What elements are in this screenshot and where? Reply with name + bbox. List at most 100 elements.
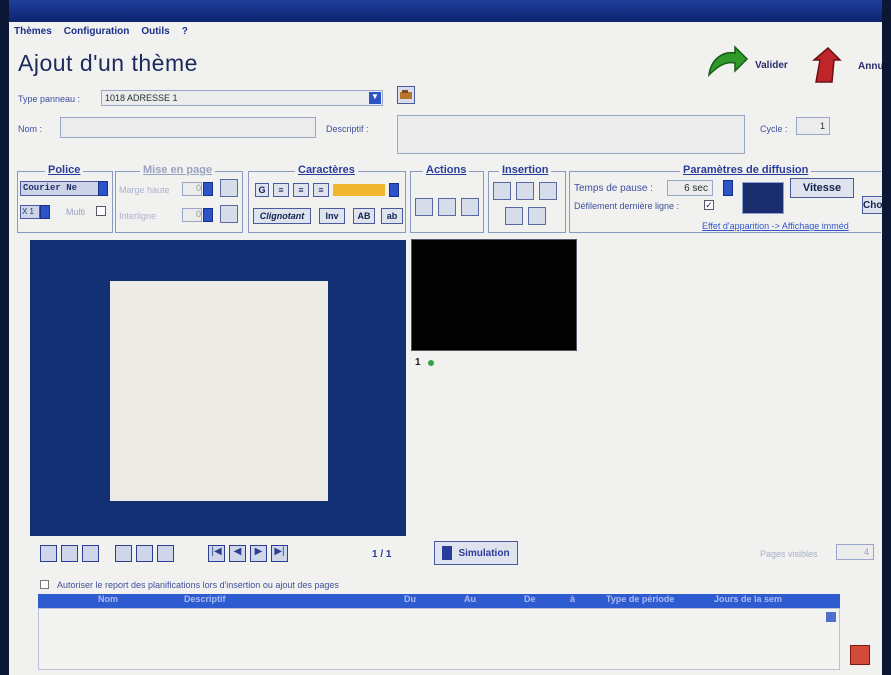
first-page-icon[interactable]: |◀ — [208, 545, 225, 562]
page-thumbnail[interactable] — [411, 239, 577, 351]
insert-image-icon[interactable] — [539, 182, 557, 200]
temps-pause-field[interactable]: 6 sec — [667, 180, 713, 196]
grid-col-jours[interactable]: Jours de la sem — [708, 594, 818, 608]
next-page-icon[interactable]: ▶ — [250, 545, 267, 562]
compass-icon[interactable] — [220, 179, 238, 197]
multi-checkbox[interactable] — [96, 206, 106, 216]
cycle-field[interactable]: 1 — [796, 117, 830, 135]
menu-help[interactable]: ? — [182, 26, 188, 42]
type-panneau-label: Type panneau : — [18, 94, 81, 104]
page-preview-canvas[interactable] — [110, 281, 328, 501]
temps-pause-spinner[interactable] — [723, 180, 733, 196]
move-page-icon[interactable] — [115, 545, 132, 562]
grid-col-nom[interactable]: Nom — [38, 594, 178, 608]
diffusion-preview-icon[interactable] — [742, 182, 784, 214]
scrollbar-up-icon[interactable] — [826, 612, 836, 622]
temps-pause-label: Temps de pause : — [574, 183, 653, 194]
insert-chart-icon[interactable] — [528, 207, 546, 225]
grid-col-de[interactable]: De — [518, 594, 564, 608]
menu-outils[interactable]: Outils — [141, 26, 169, 42]
status-dot-icon — [428, 360, 434, 366]
effet-apparition-link[interactable]: Effet d'apparition -> Affichage imméd — [702, 221, 849, 231]
pages-visibles-select[interactable]: 4 — [836, 544, 874, 560]
font-value: Courier Ne — [23, 183, 78, 193]
planning-grid-header: Nom Descriptif Du Au De à Type de périod… — [38, 594, 840, 608]
clignotant-button[interactable]: Clignotant — [253, 208, 311, 224]
grid-col-au[interactable]: Au — [458, 594, 518, 608]
grid-col-a[interactable]: à — [564, 594, 600, 608]
page-counter: 1 / 1 — [372, 549, 392, 560]
color-swatch[interactable] — [333, 184, 385, 196]
copy-page-icon[interactable] — [61, 545, 78, 562]
align-left-icon[interactable]: ≡ — [273, 183, 289, 197]
descriptif-field[interactable] — [397, 115, 745, 154]
marge-haute-field[interactable]: 0 — [182, 182, 202, 196]
insert-symbol-icon[interactable] — [493, 182, 511, 200]
insert-date-icon[interactable] — [516, 182, 534, 200]
grid-col-du[interactable]: Du — [398, 594, 458, 608]
chevron-down-icon: ▼ — [369, 92, 381, 104]
simulation-button[interactable]: Simulation — [434, 541, 518, 565]
monitor-bezel-right — [882, 0, 891, 675]
pages-visibles-label: Pages visibles — [760, 549, 818, 559]
application-window: Thèmes Configuration Outils ? Ajout d'un… — [0, 0, 891, 675]
page-title: Ajout d'un thème — [18, 50, 198, 76]
delete-planning-icon[interactable] — [850, 645, 870, 665]
swap-page-icon[interactable] — [136, 545, 153, 562]
align-right-icon[interactable]: ≡ — [313, 183, 329, 197]
valider-label: Valider — [755, 59, 788, 71]
police-title: Police — [45, 164, 84, 176]
annuler-button[interactable]: Annuler — [812, 46, 891, 86]
add-page-icon[interactable] — [40, 545, 57, 562]
cut-icon[interactable] — [415, 198, 433, 216]
lowercase-button[interactable]: ab — [381, 208, 403, 224]
insert-pen-icon[interactable] — [505, 207, 523, 225]
descriptif-label: Descriptif : — [326, 124, 369, 134]
paste-icon[interactable] — [461, 198, 479, 216]
insertion-group: Insertion — [488, 164, 566, 233]
grid-col-type-periode[interactable]: Type de période — [600, 594, 708, 608]
marge-haute-spinner[interactable] — [203, 182, 213, 196]
menu-bar: Thèmes Configuration Outils ? — [14, 26, 188, 42]
copy-icon[interactable] — [438, 198, 456, 216]
type-panneau-value: 1018 ADRESSE 1 — [105, 93, 178, 103]
multi-label: Multi — [66, 207, 86, 217]
panel-settings-icon[interactable] — [397, 86, 415, 104]
choisir-button[interactable]: Choi — [862, 196, 885, 214]
size-dropdown-icon[interactable] — [40, 205, 50, 219]
menu-themes[interactable]: Thèmes — [14, 26, 52, 42]
interligne-field[interactable]: 0 — [182, 208, 202, 222]
globe-icon[interactable] — [220, 205, 238, 223]
mise-en-page-group: Mise en page Marge haute 0 Interligne 0 — [115, 164, 243, 233]
grid-col-descriptif[interactable]: Descriptif — [178, 594, 398, 608]
actions-title: Actions — [423, 164, 470, 176]
type-panneau-select[interactable]: 1018 ADRESSE 1 ▼ — [101, 90, 383, 106]
previous-page-icon[interactable]: ◀ — [229, 545, 246, 562]
diffusion-group: Paramètres de diffusion Temps de pause :… — [569, 164, 885, 233]
defilement-checkbox[interactable]: ✓ — [704, 200, 714, 210]
valider-button[interactable]: Valider — [705, 45, 788, 85]
defilement-label: Défilement dernière ligne : — [574, 201, 680, 211]
interligne-spinner[interactable] — [203, 208, 213, 222]
planning-grid-body[interactable] — [38, 608, 840, 670]
last-page-icon[interactable]: ▶| — [271, 545, 288, 562]
marge-haute-label: Marge haute — [119, 185, 170, 195]
delete-page-icon[interactable] — [82, 545, 99, 562]
nom-field[interactable] — [60, 117, 316, 138]
size-select[interactable]: X 1 — [20, 205, 40, 219]
color-dropdown-icon[interactable] — [389, 183, 399, 197]
autoriser-report-label: Autoriser le report des planifications l… — [57, 580, 339, 590]
bold-button[interactable]: G — [255, 183, 269, 197]
inverse-button[interactable]: Inv — [319, 208, 345, 224]
cycle-label: Cycle : — [760, 124, 788, 134]
thumbnail-page-number: 1 — [415, 357, 421, 368]
font-dropdown-icon[interactable] — [98, 181, 108, 196]
autoriser-report-checkbox[interactable] — [40, 580, 49, 589]
font-select[interactable]: Courier Ne — [20, 181, 100, 196]
vitesse-button[interactable]: Vitesse — [790, 178, 854, 198]
uppercase-button[interactable]: AB — [353, 208, 375, 224]
page-settings-icon[interactable] — [157, 545, 174, 562]
align-center-icon[interactable]: ≡ — [293, 183, 309, 197]
actions-group: Actions — [410, 164, 484, 233]
menu-configuration[interactable]: Configuration — [64, 26, 130, 42]
